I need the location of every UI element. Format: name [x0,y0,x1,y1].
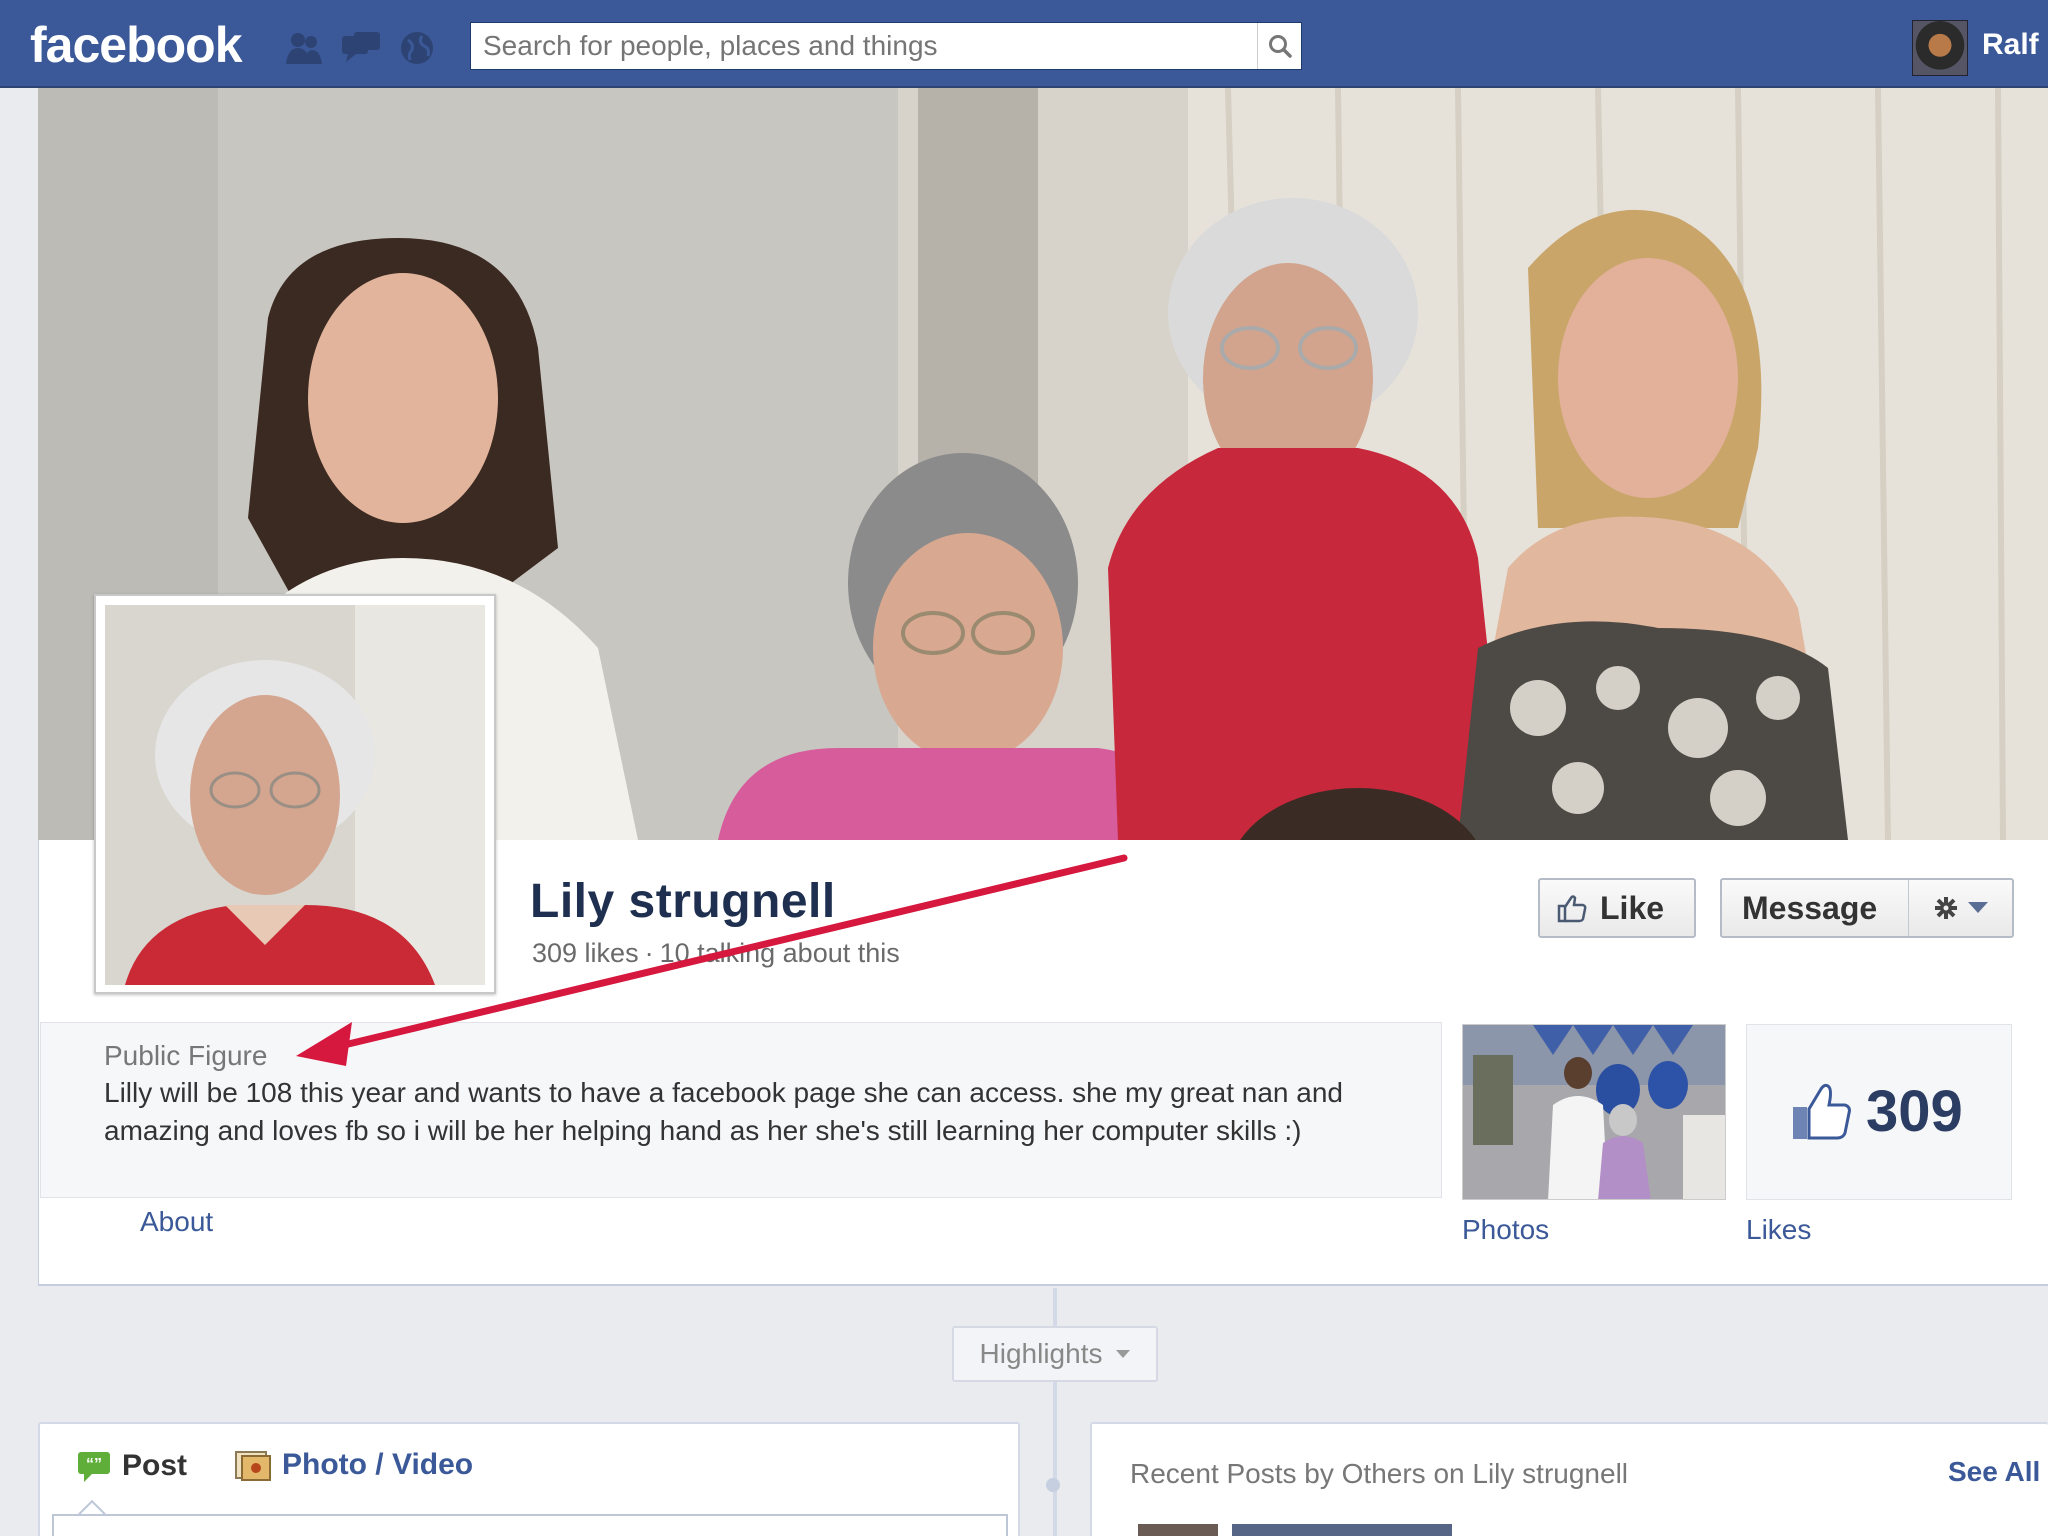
tab-post[interactable]: “” Post [76,1448,187,1484]
recent-post-avatar[interactable] [1138,1524,1218,1536]
see-all-link[interactable]: See All [1948,1456,2040,1488]
search-button[interactable] [1257,23,1301,69]
user-avatar[interactable] [1912,20,1968,76]
tab-post-label: Post [122,1449,188,1482]
gear-icon [1934,897,1957,919]
likes-summary: 309 likes · 10 talking about this [532,938,900,969]
likes-count: 309 [1866,1079,1963,1144]
recent-posts-title: Recent Posts by Others on Lily strugnell [1130,1458,1629,1489]
settings-dropdown-button[interactable] [1908,880,2012,936]
search-box[interactable] [470,22,1302,70]
like-button[interactable]: Like [1538,878,1696,938]
likes-tab-link[interactable]: Likes [1746,1214,1811,1246]
svg-text:“”: “” [86,1456,102,1473]
about-description: Lilly will be 108 this year and wants to… [104,1077,1343,1146]
messages-icon[interactable] [340,30,382,66]
search-input[interactable] [471,23,1259,69]
notifications-globe-icon[interactable] [398,30,436,66]
profile-picture[interactable] [94,594,496,994]
photos-thumbnail[interactable] [1462,1024,1726,1200]
likes-count-text[interactable]: 309 likes [532,938,639,968]
page-title[interactable]: Lily strugnell [530,874,836,929]
page-category: Public Figure [104,1040,268,1071]
timeline-dot [1046,1478,1060,1492]
dropdown-arrow-icon [1116,1350,1131,1358]
message-button-label: Message [1742,889,1878,926]
chevron-down-icon [1967,902,1988,913]
talking-about-text: 10 talking about this [659,938,900,968]
like-button-label: Like [1600,889,1665,926]
friends-icon[interactable] [284,30,324,66]
highlights-dropdown[interactable]: Highlights [952,1326,1158,1382]
separator-dot: · [644,938,654,968]
photos-tab-link[interactable]: Photos [1462,1214,1549,1246]
status-input[interactable] [52,1514,1008,1536]
user-name-link[interactable]: Ralf [1982,28,2039,62]
top-navigation-bar: facebook Ralf [0,0,2048,88]
status-bubble-icon: “” [78,1452,110,1482]
facebook-logo[interactable]: facebook [30,16,243,74]
search-icon [1268,35,1292,58]
recent-post-author[interactable] [1232,1524,1452,1536]
message-button[interactable]: Message [1720,878,2014,938]
about-tab-link[interactable]: About [140,1206,213,1238]
tab-photo-video-label: Photo / Video [282,1448,474,1481]
tab-photo-video[interactable]: Photo / Video [234,1448,473,1482]
photo-icon [235,1451,271,1481]
thumbs-up-icon [1557,895,1587,923]
highlights-label: Highlights [979,1338,1103,1369]
thumbs-up-icon [1793,1083,1851,1140]
